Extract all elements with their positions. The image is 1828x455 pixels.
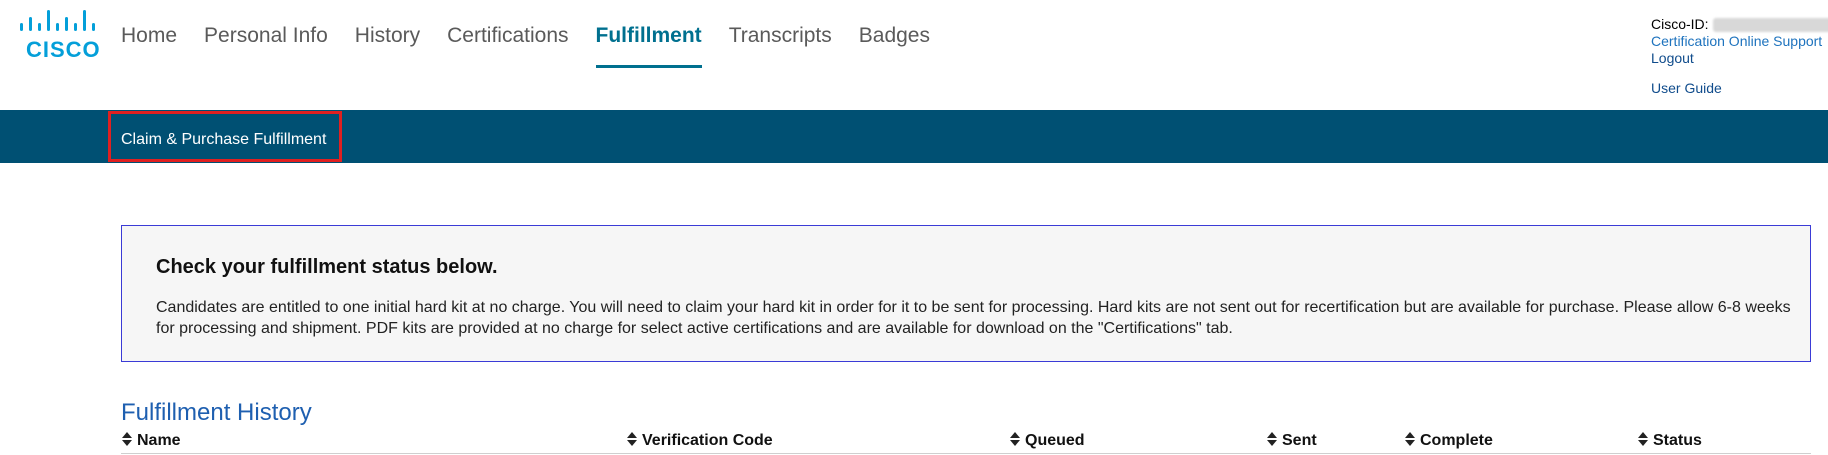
notice-body: Candidates are entitled to one initial h… [156,299,1791,337]
user-guide-link[interactable]: User Guide [1651,80,1828,97]
column-header-label: Complete [1420,432,1493,449]
subnav-claim-purchase-fulfillment[interactable]: Claim & Purchase Fulfillment [108,111,342,162]
sort-icon [1405,432,1415,446]
fulfillment-history-table-header: Name Verification Code Queued Sent Compl… [121,430,1811,454]
cisco-id-label: Cisco-ID: [1651,16,1709,32]
cisco-id-row: Cisco-ID: [1651,16,1828,33]
support-link[interactable]: Certification Online Support [1651,33,1828,50]
sort-icon [1010,432,1020,446]
fulfillment-history-title: Fulfillment History [121,399,312,426]
column-header-complete[interactable]: Complete [1404,431,1493,450]
column-header-label: Name [137,432,181,449]
nav-item-history[interactable]: History [355,0,420,68]
account-panel: Cisco-ID: Certification Online Support L… [1651,16,1828,97]
column-header-name[interactable]: Name [121,431,181,450]
nav-item-personal-info[interactable]: Personal Info [204,0,328,68]
column-header-label: Queued [1025,432,1085,449]
main-nav: Home Personal Info History Certification… [121,0,957,70]
top-header: CISCO Home Personal Info History Certifi… [0,0,1828,110]
column-header-label: Status [1653,432,1702,449]
column-header-label: Verification Code [642,432,773,449]
nav-item-home[interactable]: Home [121,0,177,68]
logout-link[interactable]: Logout [1651,50,1828,67]
nav-item-certifications[interactable]: Certifications [447,0,568,68]
cisco-id-value-redacted [1712,18,1828,33]
column-header-status[interactable]: Status [1637,431,1702,450]
column-header-sent[interactable]: Sent [1266,431,1317,450]
nav-item-badges[interactable]: Badges [859,0,930,68]
column-header-verification-code[interactable]: Verification Code [626,431,773,450]
sort-icon [1267,432,1277,446]
column-header-label: Sent [1282,432,1317,449]
column-header-queued[interactable]: Queued [1009,431,1085,450]
sort-icon [1638,432,1648,446]
notice-heading: Check your fulfillment status below. [156,256,498,278]
nav-item-fulfillment[interactable]: Fulfillment [595,0,702,68]
cisco-logo[interactable]: CISCO [20,10,110,62]
sub-navigation-bar: Claim & Purchase Fulfillment [0,110,1828,163]
nav-item-transcripts[interactable]: Transcripts [729,0,832,68]
sort-icon [122,432,132,446]
sort-icon [627,432,637,446]
logo-text: CISCO [26,37,101,62]
cisco-bridge-icon [20,10,95,31]
fulfillment-notice: Check your fulfillment status below. Can… [121,225,1811,362]
